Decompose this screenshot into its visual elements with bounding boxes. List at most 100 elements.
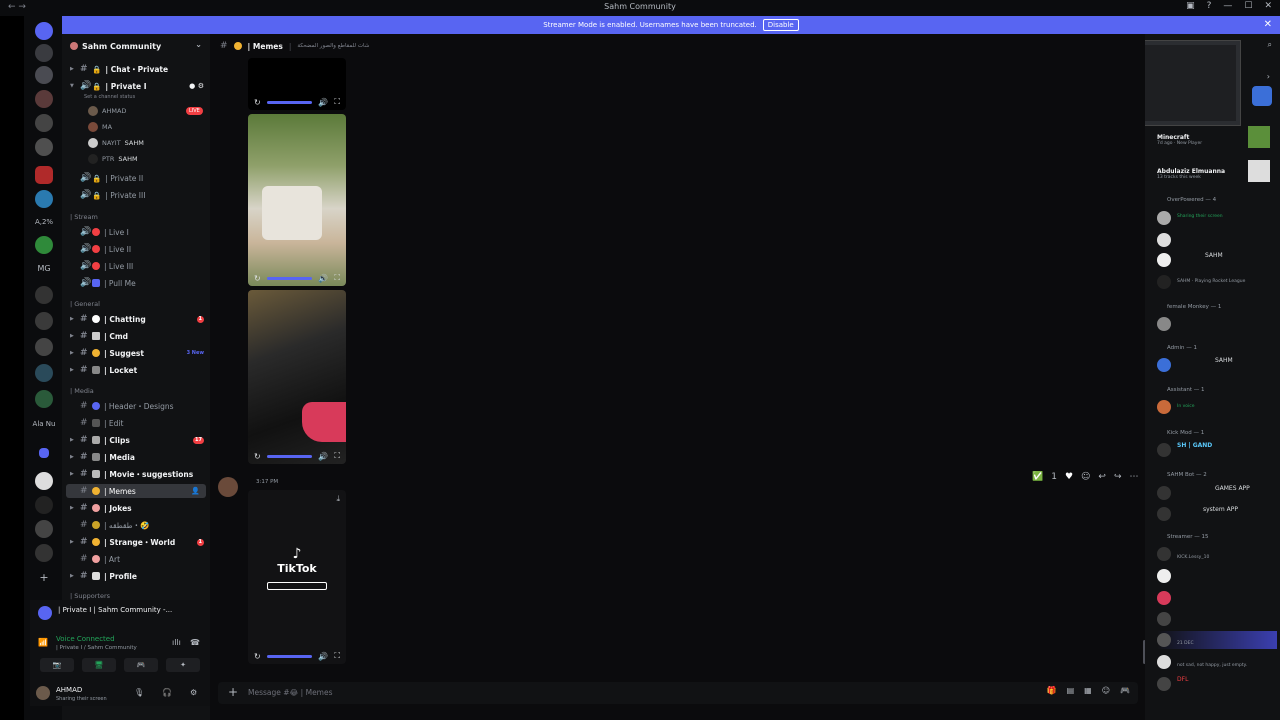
gif-icon[interactable]: ▤ — [1067, 686, 1075, 695]
add-server-icon[interactable]: + — [32, 571, 56, 584]
search-icon[interactable]: ⌕ — [1268, 40, 1272, 50]
server-icon[interactable] — [35, 312, 53, 330]
member-item[interactable]: Sharing their screen — [1157, 209, 1277, 227]
member-item[interactable] — [1157, 610, 1277, 628]
video-attachment[interactable]: ↻ 🔊 ⛶ — [248, 114, 346, 286]
category-general[interactable]: | General — [70, 300, 100, 308]
member-item[interactable] — [1157, 567, 1277, 585]
member-item[interactable]: not sad, not happy, just empty. — [1157, 653, 1277, 671]
volume-icon[interactable]: 🔊 — [318, 274, 328, 283]
server-icon[interactable]: MG — [32, 264, 56, 273]
voice-channel-private-iii[interactable]: 🔊 🔒 | Private III — [62, 188, 210, 202]
voice-connected-label[interactable]: Voice Connected — [56, 635, 115, 643]
channel-art[interactable]: # | Art — [62, 552, 210, 566]
channel-movie-suggestions[interactable]: ▶ # | Movie・suggestions — [62, 467, 210, 481]
headphones-icon[interactable]: 🎧 — [162, 688, 172, 697]
channel-clips[interactable]: ▶ # | Clips 17 — [62, 433, 210, 447]
channel-chatting[interactable]: ▶ # | Chatting 1 — [62, 312, 210, 326]
replay-icon[interactable]: ↻ — [254, 652, 261, 661]
category-stream[interactable]: | Stream — [70, 213, 98, 221]
gift-icon[interactable]: 🎁 — [1047, 686, 1057, 695]
noise-suppression-icon[interactable]: ıllı — [172, 638, 181, 647]
channel-jokes[interactable]: ▶ # | Jokes — [62, 501, 210, 515]
voice-channel-private-i[interactable]: ▼ 🔊 🔒 | Private I ● ⚙ — [62, 79, 210, 93]
avatar[interactable] — [36, 686, 50, 700]
add-attachment-icon[interactable]: + — [228, 685, 238, 699]
replay-icon[interactable]: ↻ — [254, 452, 261, 461]
check-reaction-icon[interactable]: ✅ — [1032, 472, 1043, 482]
add-member-icon[interactable]: 👤 — [191, 487, 200, 495]
microphone-icon[interactable]: 🎙 — [134, 688, 144, 697]
soundboard-icon[interactable]: ✦ — [166, 658, 200, 672]
member-item[interactable]: SAHM — [1157, 251, 1277, 269]
server-icon[interactable] — [35, 66, 53, 84]
video-progress-bar[interactable] — [266, 100, 313, 104]
server-icon[interactable]: A,2% — [32, 218, 56, 226]
disable-button[interactable]: Disable — [762, 19, 799, 31]
server-icon[interactable] — [35, 472, 53, 490]
close-icon[interactable]: ✕ — [1264, 1, 1272, 11]
channel-strange-world[interactable]: ▶ # | Strange・World 1 — [62, 535, 210, 549]
voice-user[interactable]: MA — [88, 120, 112, 134]
volume-icon[interactable]: 🔊 — [318, 652, 328, 661]
category-supporters[interactable]: | Supporters — [70, 592, 110, 600]
camera-off-icon[interactable]: 📷 — [40, 658, 74, 672]
server-header[interactable]: Sahm Community ⌄ — [62, 34, 210, 58]
channel-topic[interactable]: شات للمقاطع والصور المضحكة — [297, 43, 369, 49]
server-icon[interactable] — [35, 190, 53, 208]
video-progress-bar[interactable] — [266, 276, 313, 280]
server-icon[interactable] — [35, 364, 53, 382]
tiktok-video-attachment[interactable]: ⤓ ♪ TikTok ↻ 🔊 ⛶ — [248, 490, 346, 664]
apps-icon[interactable]: 🎮 — [1120, 686, 1130, 695]
member-item[interactable] — [1157, 231, 1277, 249]
screen-share-icon[interactable]: 🖥 — [82, 658, 116, 672]
server-icon[interactable] — [35, 496, 53, 514]
server-icon[interactable] — [35, 90, 53, 108]
channel-live-iii[interactable]: 🔊 | Live III — [62, 259, 210, 273]
fullscreen-icon[interactable]: ⛶ — [334, 273, 340, 283]
server-icon[interactable] — [35, 166, 53, 184]
channel-locket[interactable]: ▶ # | Locket — [62, 363, 210, 377]
maximize-icon[interactable]: ☐ — [1244, 1, 1252, 11]
message-input[interactable]: Message #😂 | Memes — [248, 688, 333, 697]
server-icon[interactable] — [39, 448, 49, 458]
member-item[interactable]: GAMES APP — [1157, 484, 1277, 502]
screen-share-preview[interactable] — [1145, 40, 1241, 126]
channel-cmd[interactable]: ▶ # | Cmd — [62, 329, 210, 343]
channel-header-designs[interactable]: # | Header・Designs — [62, 399, 210, 413]
sticker-icon[interactable]: ▦ — [1084, 686, 1092, 695]
close-icon[interactable]: ✕ — [1264, 19, 1272, 30]
reply-icon[interactable]: ↩ — [1098, 472, 1106, 482]
video-attachment[interactable]: ↻ 🔊 ⛶ — [248, 58, 346, 110]
fullscreen-icon[interactable]: ⛶ — [334, 651, 340, 661]
channel-live-ii[interactable]: 🔊 | Live II — [62, 242, 210, 256]
fullscreen-icon[interactable]: ⛶ — [334, 451, 340, 461]
voice-channel-private-ii[interactable]: 🔊 🔒 | Private II — [62, 171, 210, 185]
discord-home-icon[interactable] — [35, 22, 53, 40]
member-item[interactable]: SH | GAND — [1157, 441, 1277, 459]
add-reaction-icon[interactable]: ☺ — [1081, 472, 1090, 482]
message-composer[interactable]: + Message #😂 | Memes 🎁 ▤ ▦ ☺ 🎮 — [218, 682, 1138, 704]
chevron-right-icon[interactable]: › — [1267, 72, 1270, 81]
volume-icon[interactable]: 🔊 — [318, 452, 328, 461]
channel-chat-private[interactable]: ▶ # 🔒 | Chat・Private — [62, 62, 210, 76]
video-progress-bar[interactable] — [266, 454, 313, 458]
fullscreen-icon[interactable]: ⛶ — [334, 97, 340, 107]
channel-profile[interactable]: ▶ # | Profile — [62, 569, 210, 583]
forward-icon[interactable]: ↪ — [1114, 472, 1122, 482]
voice-user[interactable]: PTR SAHM — [88, 152, 138, 166]
member-item[interactable]: SAHM — [1157, 356, 1277, 374]
channel-status[interactable]: Set a channel status — [84, 94, 135, 100]
volume-icon[interactable]: 🔊 — [318, 98, 328, 107]
video-attachment[interactable]: ↻ 🔊 ⛶ — [248, 290, 346, 464]
member-item[interactable]: system APP — [1157, 505, 1277, 523]
inbox-icon[interactable]: ▣ — [1186, 1, 1195, 11]
server-icon[interactable]: Ala Nu — [32, 420, 56, 428]
server-icon[interactable] — [35, 338, 53, 356]
server-icon[interactable] — [35, 544, 53, 562]
replay-icon[interactable]: ↻ — [254, 98, 261, 107]
member-item[interactable]: KICK.Lessy_10 — [1157, 545, 1277, 563]
voice-user[interactable]: AHMAD — [88, 104, 126, 118]
channel-media[interactable]: ▶ # | Media — [62, 450, 210, 464]
server-icon[interactable] — [35, 44, 53, 62]
